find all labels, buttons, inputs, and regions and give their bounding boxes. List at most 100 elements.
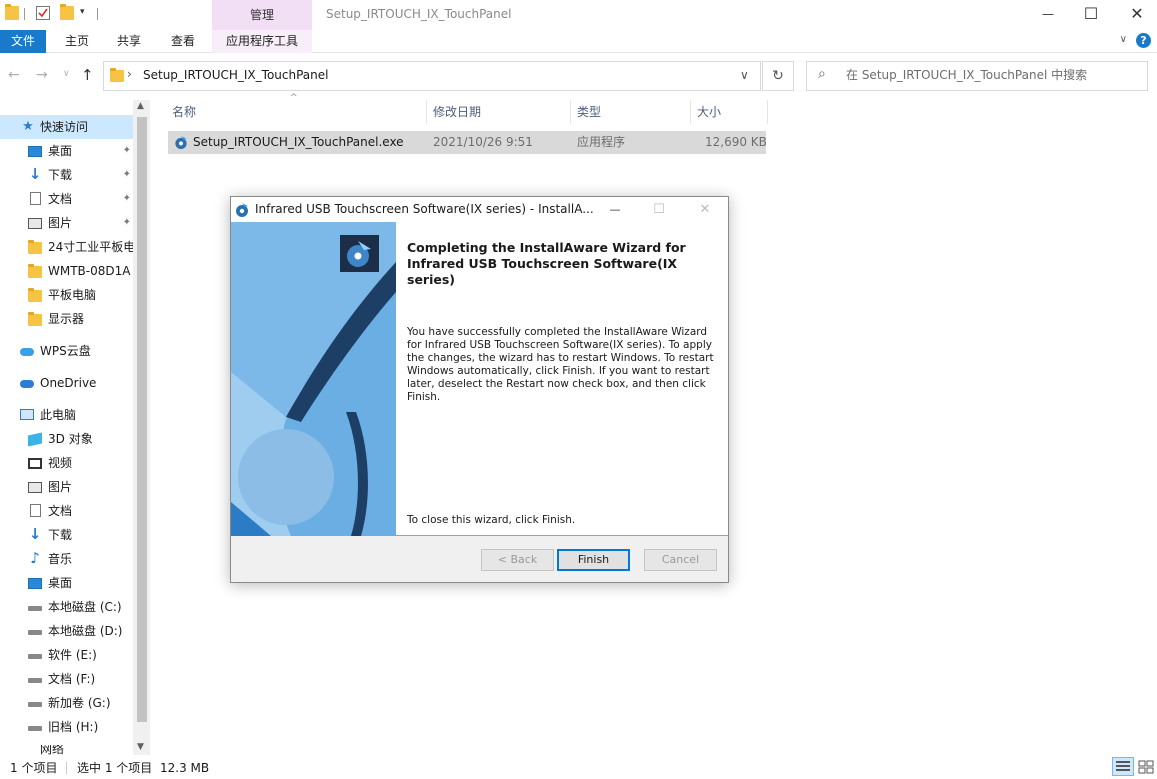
- properties-icon[interactable]: [36, 6, 50, 20]
- dialog-title: Infrared USB Touchscreen Software(IX ser…: [255, 202, 594, 216]
- scroll-up-icon[interactable]: ▲: [137, 101, 144, 111]
- desktop-icon: [28, 578, 42, 589]
- tab-home[interactable]: 主页: [56, 30, 98, 53]
- star-icon: ★: [22, 119, 34, 134]
- tab-view[interactable]: 查看: [160, 30, 206, 53]
- document-icon: [30, 192, 41, 205]
- sidebar-item-documents-pc[interactable]: 文档: [0, 499, 133, 523]
- back-icon[interactable]: ←: [8, 67, 20, 83]
- tab-share[interactable]: 共享: [108, 30, 150, 53]
- sidebar-item-3d-objects[interactable]: 3D 对象: [0, 427, 133, 451]
- finish-button[interactable]: Finish: [557, 549, 630, 571]
- sidebar-item-documents[interactable]: 文档 ✦: [0, 187, 133, 211]
- large-icons-view-button[interactable]: [1136, 757, 1156, 776]
- back-button: < Back: [481, 549, 554, 571]
- scrollbar-thumb[interactable]: [137, 117, 147, 722]
- sidebar-item-pictures-pc[interactable]: 图片: [0, 475, 133, 499]
- drive-icon: [28, 678, 42, 683]
- sidebar-item-wps-cloud[interactable]: WPS云盘: [0, 339, 133, 363]
- new-folder-icon[interactable]: [60, 4, 74, 20]
- chevron-down-icon[interactable]: ∨: [740, 68, 749, 82]
- address-path[interactable]: Setup_IRTOUCH_IX_TouchPanel: [143, 61, 328, 90]
- sidebar-item-folder-24[interactable]: 24寸工业平板电: [0, 235, 133, 259]
- details-view-button[interactable]: [1112, 757, 1134, 776]
- sidebar-item-videos[interactable]: 视频: [0, 451, 133, 475]
- tab-application-tools[interactable]: 应用程序工具: [212, 30, 312, 53]
- folder-icon: [5, 4, 19, 20]
- dialog-title-bar[interactable]: Infrared USB Touchscreen Software(IX ser…: [231, 197, 728, 222]
- column-header-name[interactable]: 名称: [172, 100, 196, 124]
- ribbon-tabs: 文件 主页 共享 查看 应用程序工具 ∨ ?: [0, 30, 1157, 53]
- column-divider[interactable]: [570, 100, 571, 124]
- cloud-icon: [20, 348, 34, 356]
- sidebar-item-this-pc[interactable]: 此电脑: [0, 403, 133, 427]
- file-size: 12,690 KB: [705, 135, 767, 149]
- column-divider[interactable]: [426, 100, 427, 124]
- status-size: 12.3 MB: [160, 761, 210, 775]
- sidebar-item-quick-access[interactable]: ★ 快速访问: [0, 115, 133, 139]
- sidebar-item-folder-tablet[interactable]: 平板电脑: [0, 283, 133, 307]
- drive-icon: [28, 726, 42, 731]
- sidebar-item-desktop[interactable]: 桌面 ✦: [0, 139, 133, 163]
- music-icon: ♪: [30, 549, 40, 567]
- document-icon: [30, 504, 41, 517]
- video-icon: [28, 458, 42, 469]
- file-name: Setup_IRTOUCH_IX_TouchPanel.exe: [193, 135, 404, 149]
- pin-icon: ✦: [122, 145, 131, 156]
- sidebar-item-drive-c[interactable]: 本地磁盘 (C:): [0, 595, 133, 619]
- sidebar-item-downloads[interactable]: ↓ 下载 ✦: [0, 163, 133, 187]
- column-divider[interactable]: [767, 100, 768, 124]
- installer-dialog: Infrared USB Touchscreen Software(IX ser…: [230, 196, 729, 583]
- dialog-body: Completing the InstallAware Wizard for I…: [231, 222, 728, 536]
- help-icon[interactable]: ?: [1136, 33, 1151, 48]
- sidebar-item-drive-g[interactable]: 新加卷 (G:): [0, 691, 133, 715]
- pc-icon: [20, 409, 34, 420]
- column-header-type[interactable]: 类型: [577, 100, 601, 124]
- separator: [24, 8, 25, 20]
- installer-icon: [236, 203, 248, 217]
- forward-icon[interactable]: →: [36, 67, 48, 83]
- up-icon[interactable]: ↑: [81, 66, 94, 84]
- separator: [97, 8, 98, 20]
- desktop-icon: [28, 146, 42, 157]
- sidebar-item-pictures[interactable]: 图片 ✦: [0, 211, 133, 235]
- sidebar-item-drive-h[interactable]: 旧档 (H:): [0, 715, 133, 739]
- sidebar-item-drive-d[interactable]: 本地磁盘 (D:): [0, 619, 133, 643]
- folder-icon: [28, 288, 42, 302]
- 3d-objects-icon: [28, 432, 42, 447]
- customize-toolbar-icon[interactable]: ▾: [80, 7, 85, 17]
- column-header-size[interactable]: 大小: [697, 100, 721, 124]
- sidebar-item-network[interactable]: 网络: [0, 745, 133, 755]
- minimize-button[interactable]: —: [1025, 0, 1071, 28]
- file-modified: 2021/10/26 9:51: [433, 135, 533, 149]
- maximize-button[interactable]: ☐: [1068, 0, 1114, 28]
- scroll-down-icon[interactable]: ▼: [137, 742, 144, 752]
- recent-locations-icon[interactable]: ∨: [63, 69, 70, 79]
- tab-file[interactable]: 文件: [0, 30, 46, 53]
- close-button[interactable]: ✕: [1114, 0, 1157, 28]
- dialog-minimize-button[interactable]: —: [595, 197, 635, 222]
- sidebar-item-onedrive[interactable]: OneDrive: [0, 371, 133, 395]
- column-header-modified[interactable]: 修改日期: [433, 100, 481, 124]
- chevron-right-icon[interactable]: ›: [127, 67, 132, 81]
- manage-tab-header[interactable]: 管理: [212, 0, 312, 30]
- sidebar-item-folder-monitor[interactable]: 显示器: [0, 307, 133, 331]
- wizard-banner-graphic: [231, 222, 396, 536]
- drive-icon: [28, 630, 42, 635]
- sidebar-item-desktop-pc[interactable]: 桌面: [0, 571, 133, 595]
- sidebar-item-music[interactable]: ♪ 音乐: [0, 547, 133, 571]
- sidebar-item-folder-wmtb[interactable]: WMTB-08D1A: [0, 259, 133, 283]
- sidebar-item-downloads-pc[interactable]: ↓ 下载: [0, 523, 133, 547]
- column-divider[interactable]: [690, 100, 691, 124]
- large-icons-view-icon: [1138, 760, 1154, 774]
- ribbon-collapse-icon[interactable]: ∨: [1120, 34, 1127, 45]
- sidebar-item-drive-e[interactable]: 软件 (E:): [0, 643, 133, 667]
- file-type: 应用程序: [577, 135, 626, 149]
- sidebar-item-drive-f[interactable]: 文档 (F:): [0, 667, 133, 691]
- refresh-button[interactable]: ↻: [762, 61, 794, 91]
- search-placeholder: 在 Setup_IRTOUCH_IX_TouchPanel 中搜索: [846, 68, 1088, 82]
- status-item-count: 1 个项目: [10, 761, 58, 775]
- installer-icon: [175, 135, 187, 150]
- drive-icon: [28, 702, 42, 707]
- title-bar: ▾ 管理 Setup_IRTOUCH_IX_TouchPanel — ☐ ✕: [0, 0, 1157, 30]
